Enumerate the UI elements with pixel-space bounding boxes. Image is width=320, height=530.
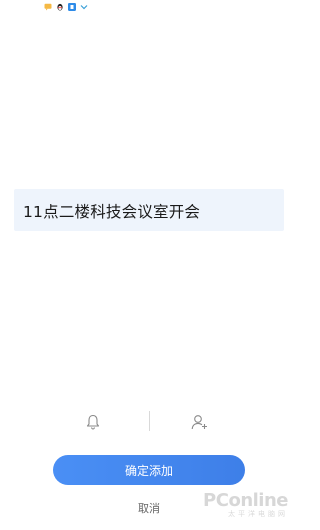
status-icons xyxy=(44,3,88,11)
message-icon xyxy=(44,3,52,11)
watermark-tagline: 太平洋电脑网 xyxy=(228,510,288,518)
screen: 11点二楼科技会议室开会 确定添加 取消 PConline 太平洋电脑网 xyxy=(0,0,298,530)
set-reminder-button[interactable] xyxy=(81,412,105,432)
watermark-brand: PConline xyxy=(203,490,288,511)
add-person-icon xyxy=(191,415,207,430)
chevron-down-icon xyxy=(80,5,88,10)
app-badge-icon xyxy=(68,3,76,11)
reminder-text[interactable]: 11点二楼科技会议室开会 xyxy=(23,200,200,222)
watermark: PConline 太平洋电脑网 xyxy=(203,492,288,519)
status-bar xyxy=(0,0,298,14)
reminder-card[interactable]: 11点二楼科技会议室开会 xyxy=(14,189,284,231)
reminder-toolbar xyxy=(0,410,298,434)
bell-icon xyxy=(86,414,100,430)
toolbar-divider xyxy=(149,411,150,431)
qq-penguin-icon xyxy=(57,3,63,11)
confirm-add-button[interactable]: 确定添加 xyxy=(53,455,245,485)
add-participant-button[interactable] xyxy=(188,412,212,432)
